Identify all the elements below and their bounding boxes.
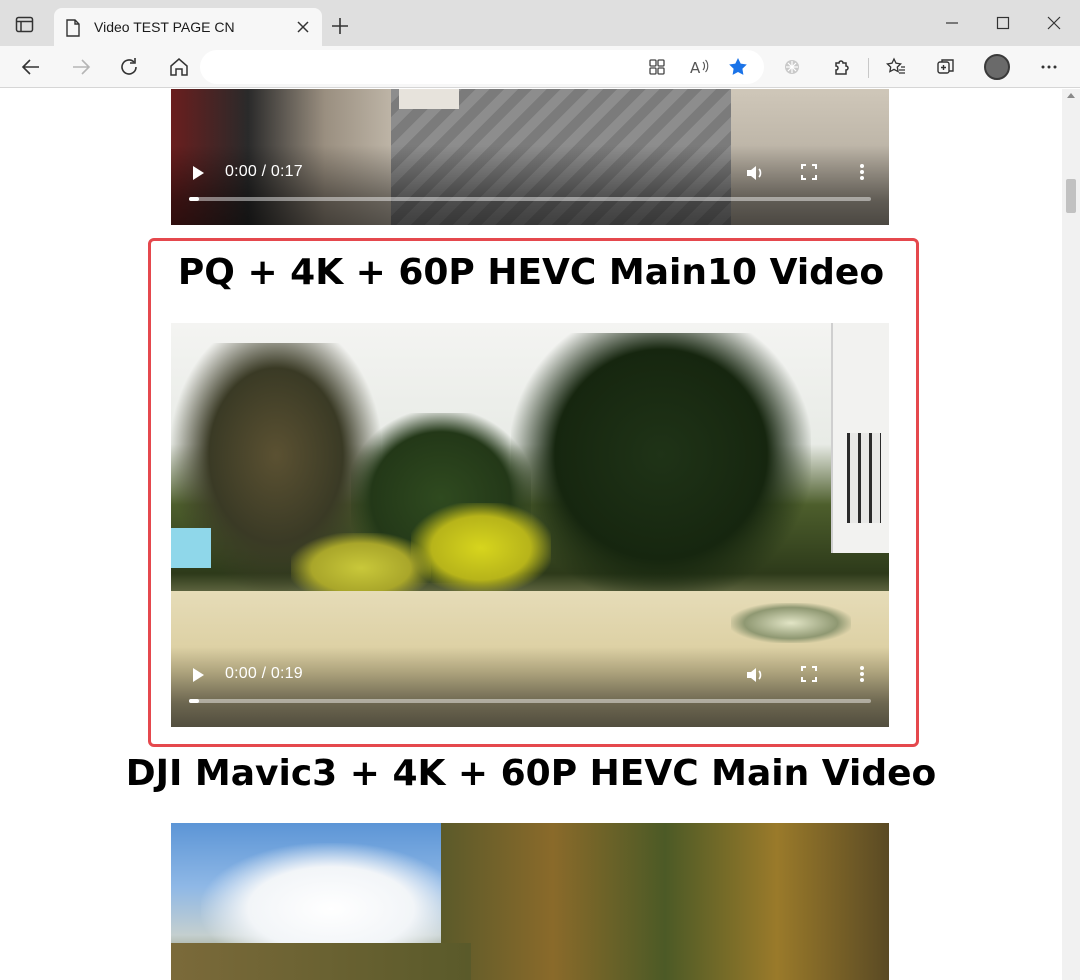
star-icon[interactable] (725, 54, 751, 80)
video-player[interactable] (171, 823, 889, 980)
toolbar-separator (868, 58, 869, 78)
puzzle-icon[interactable] (829, 54, 855, 80)
plus-icon[interactable] (330, 16, 350, 36)
highlight-box (148, 238, 919, 747)
address-bar[interactable] (200, 50, 764, 84)
close-window-icon[interactable] (1042, 12, 1066, 36)
read-aloud-icon[interactable]: A (686, 54, 712, 80)
tab-title: Video TEST PAGE CN (94, 19, 235, 35)
video-time: 0:00 / 0:17 (225, 163, 303, 180)
video-more-icon[interactable] (859, 163, 865, 181)
apps-icon[interactable] (644, 54, 670, 80)
home-icon[interactable] (166, 54, 192, 80)
volume-icon[interactable] (745, 164, 765, 182)
refresh-icon[interactable] (116, 54, 142, 80)
tab-actions-icon[interactable] (14, 14, 36, 36)
scroll-up-icon[interactable] (1067, 93, 1075, 98)
profile-avatar[interactable] (984, 54, 1010, 80)
video-progress[interactable] (189, 197, 871, 201)
maximize-icon[interactable] (991, 12, 1015, 36)
favorites-icon[interactable] (883, 54, 909, 80)
collections-icon[interactable] (933, 54, 959, 80)
video-player[interactable]: 0:00 / 0:17 (171, 89, 889, 225)
play-icon[interactable] (193, 166, 204, 180)
page-icon (66, 19, 80, 37)
browser-toolbar: A (0, 46, 1080, 88)
page-viewport: 0:00 / 0:17 PQ + 4K + 60P HEVC Main10 Vi… (0, 89, 1062, 980)
fullscreen-icon[interactable] (801, 164, 817, 180)
section-title: DJI Mavic3 + 4K + 60P HEVC Main Video (125, 753, 937, 794)
extension-icon[interactable] (779, 54, 805, 80)
forward-icon (68, 54, 94, 80)
scrollbar-thumb[interactable] (1066, 179, 1076, 213)
back-icon[interactable] (18, 54, 44, 80)
close-icon[interactable] (294, 18, 312, 36)
title-bar: Video TEST PAGE CN (0, 0, 1080, 46)
page-scrollbar[interactable] (1062, 89, 1080, 980)
minimize-icon[interactable] (940, 12, 964, 36)
more-icon[interactable] (1036, 54, 1062, 80)
browser-tab[interactable]: Video TEST PAGE CN (54, 8, 322, 46)
svg-text:A: A (690, 59, 701, 77)
video-controls: 0:00 / 0:17 (171, 145, 889, 225)
